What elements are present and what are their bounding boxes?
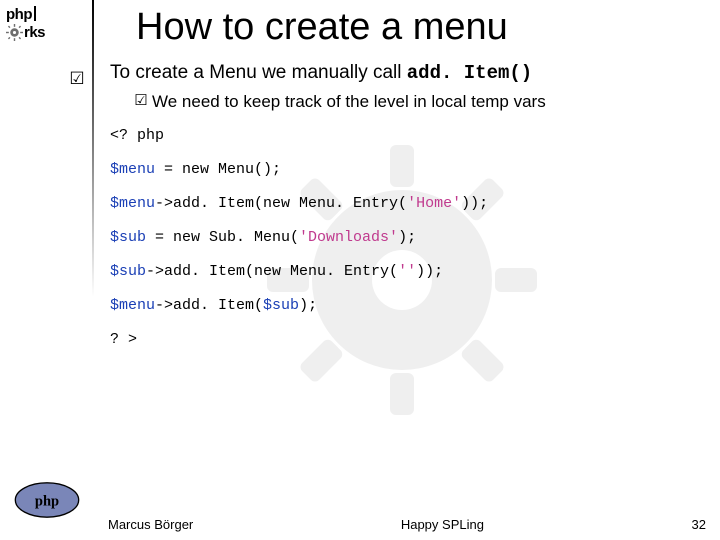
code-line: <? php <box>110 123 708 149</box>
brand-php: php <box>6 6 32 23</box>
main: How to create a menu To create a Menu we… <box>92 0 720 540</box>
sub-check-icon: ☑ <box>132 91 150 111</box>
code-line: $sub->add. Item(new Menu. Entry('')); <box>110 259 708 285</box>
bullet-1-text: To create a Menu we manually call add. I… <box>110 62 532 83</box>
footer-center: Happy SPLing <box>193 517 691 532</box>
footer-author: Marcus Börger <box>108 517 193 532</box>
slide: php rks ☑ <box>0 0 720 540</box>
bullet-1: To create a Menu we manually call add. I… <box>110 61 708 113</box>
brand-works: rks <box>24 24 45 41</box>
brand: php rks <box>0 0 92 45</box>
bullet-2-text: We need to keep track of the level in lo… <box>152 91 546 113</box>
brand-divider <box>34 6 36 21</box>
brand-line1: php <box>6 6 88 24</box>
bullet-check-icon: ☑ <box>68 68 86 90</box>
svg-text:php: php <box>35 493 59 509</box>
bullet-2: ☑ We need to keep track of the level in … <box>132 91 708 113</box>
code-line: $sub = new Sub. Menu('Downloads'); <box>110 225 708 251</box>
bullet-1-mono: add. Item() <box>407 62 532 84</box>
code-line: $menu->add. Item(new Menu. Entry('Home')… <box>110 191 708 217</box>
bullet-1-pre: To create a Menu we manually call <box>110 62 407 83</box>
footer-page: 32 <box>692 517 706 532</box>
brand-line2: rks <box>6 24 88 41</box>
footer: Marcus Börger Happy SPLing 32 <box>0 517 720 532</box>
code-line: $menu = new Menu(); <box>110 157 708 183</box>
code-line: $menu->add. Item($sub); <box>110 293 708 319</box>
slide-title: How to create a menu <box>136 6 708 49</box>
gear-icon <box>6 24 23 41</box>
code-block: <? php $menu = new Menu(); $menu->add. I… <box>110 123 708 353</box>
code-line: ? > <box>110 327 708 353</box>
php-logo-icon: php <box>14 480 80 520</box>
